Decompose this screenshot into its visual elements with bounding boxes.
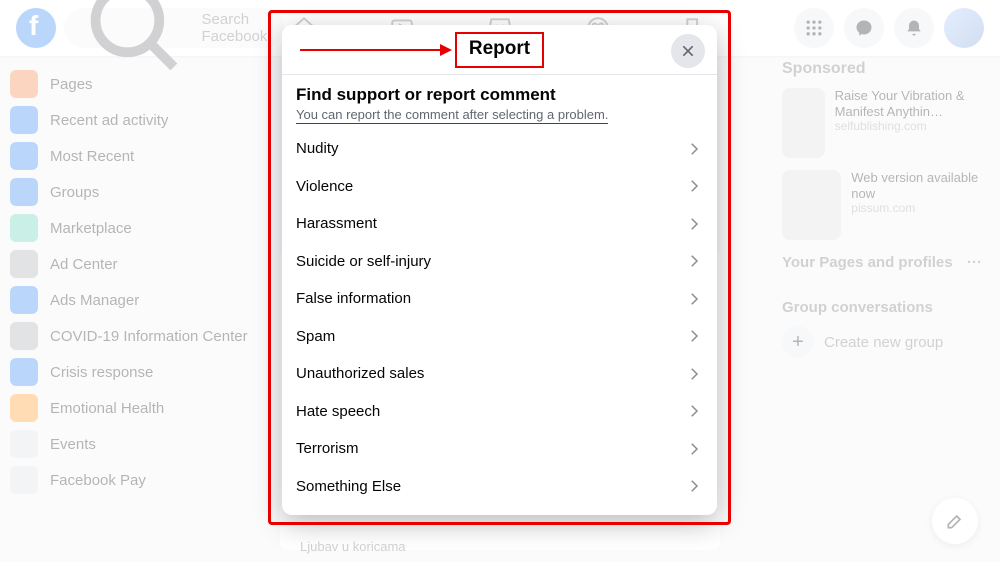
report-option-terrorism[interactable]: Terrorism: [296, 430, 703, 468]
option-label: Suicide or self-injury: [296, 253, 431, 270]
report-dialog: Report Find support or report comment Yo…: [282, 25, 717, 515]
option-label: Unauthorized sales: [296, 365, 424, 382]
chevron-right-icon: [685, 365, 703, 383]
option-label: Violence: [296, 178, 353, 195]
report-option-hate-speech[interactable]: Hate speech: [296, 393, 703, 431]
option-label: Hate speech: [296, 403, 380, 420]
chevron-right-icon: [685, 402, 703, 420]
report-option-spam[interactable]: Spam: [296, 318, 703, 356]
report-option-something-else[interactable]: Something Else: [296, 468, 703, 506]
chevron-right-icon: [685, 215, 703, 233]
chevron-right-icon: [685, 140, 703, 158]
chevron-right-icon: [685, 177, 703, 195]
option-label: Spam: [296, 328, 335, 345]
report-options-list: Nudity Violence Harassment Suicide or se…: [296, 130, 703, 505]
report-option-suicide[interactable]: Suicide or self-injury: [296, 243, 703, 281]
chevron-right-icon: [685, 252, 703, 270]
option-label: Terrorism: [296, 440, 359, 457]
report-option-false-info[interactable]: False information: [296, 280, 703, 318]
dialog-subtext: You can report the comment after selecti…: [296, 107, 608, 124]
report-option-nudity[interactable]: Nudity: [296, 130, 703, 168]
option-label: Harassment: [296, 215, 377, 232]
option-label: False information: [296, 290, 411, 307]
option-label: Something Else: [296, 478, 401, 495]
chevron-right-icon: [685, 290, 703, 308]
report-option-harassment[interactable]: Harassment: [296, 205, 703, 243]
close-icon: [680, 43, 696, 59]
option-label: Nudity: [296, 140, 339, 157]
dialog-title: Report: [455, 32, 544, 68]
chevron-right-icon: [685, 477, 703, 495]
dialog-header: Report: [282, 25, 717, 75]
dialog-heading: Find support or report comment: [296, 85, 703, 105]
chevron-right-icon: [685, 327, 703, 345]
report-option-violence[interactable]: Violence: [296, 168, 703, 206]
annotation-arrow: [300, 49, 450, 51]
chevron-right-icon: [685, 440, 703, 458]
close-button[interactable]: [671, 34, 705, 68]
report-option-unauthorized-sales[interactable]: Unauthorized sales: [296, 355, 703, 393]
